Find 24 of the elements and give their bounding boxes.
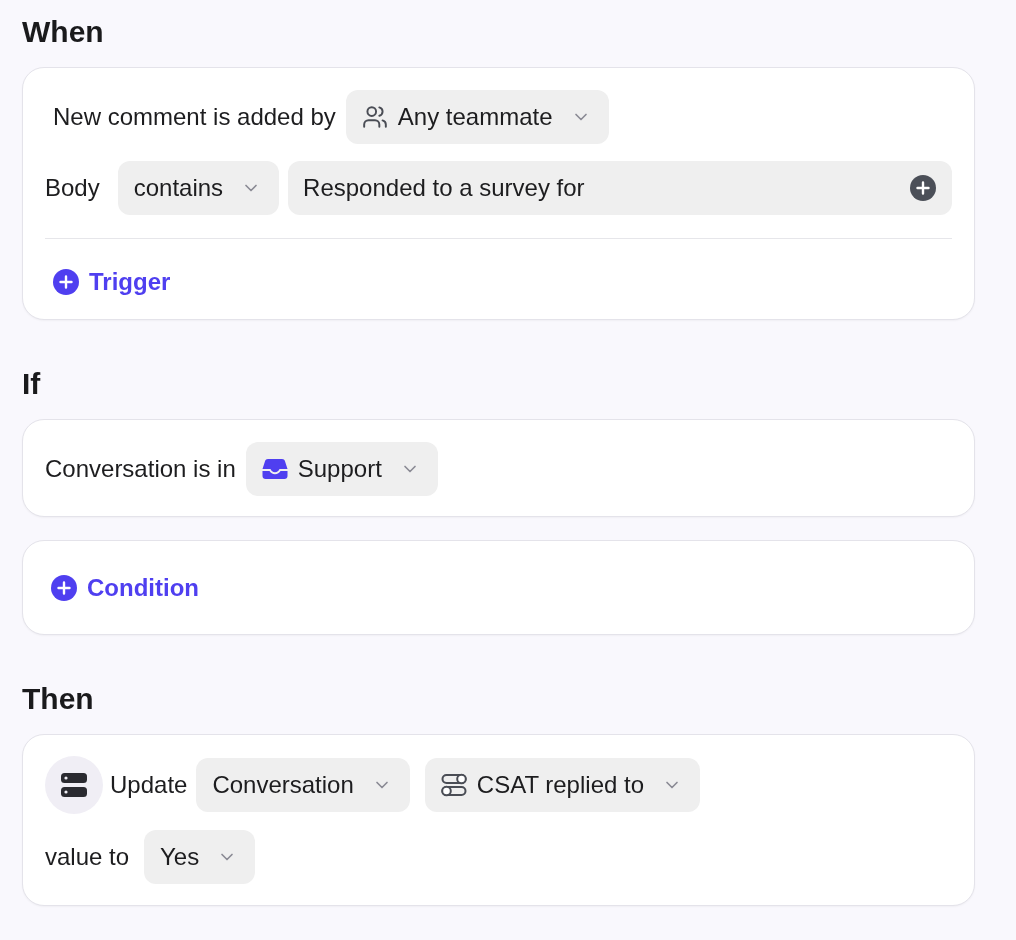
object-dropdown[interactable]: Conversation <box>196 758 410 812</box>
rule-label: Update <box>110 770 188 800</box>
body-text-field[interactable]: Responded to a survey for <box>288 161 952 215</box>
field-dropdown[interactable]: CSAT replied to <box>424 758 700 812</box>
rule-label: New comment is added by <box>53 102 336 132</box>
plus-circle-icon <box>910 175 936 201</box>
author-dropdown[interactable]: Any teammate <box>345 90 609 144</box>
toggles-icon <box>440 773 467 797</box>
stacked-bars-icon <box>45 756 103 814</box>
section-heading: When <box>22 14 104 50</box>
value-dropdown[interactable]: Yes <box>144 830 256 884</box>
plus-circle-icon <box>51 574 77 601</box>
inbox-dropdown[interactable]: Support <box>245 442 438 496</box>
rule-label: Body <box>45 173 100 203</box>
operator-dropdown[interactable]: contains <box>117 161 280 215</box>
add-trigger-button[interactable]: Trigger <box>53 264 171 300</box>
inbox-tray-icon <box>261 458 288 480</box>
rule-label: Conversation is in <box>45 454 236 484</box>
people-icon <box>361 104 388 130</box>
section-heading: Then <box>22 681 94 717</box>
add-condition-button[interactable]: Condition <box>51 569 199 606</box>
section-heading: If <box>22 366 41 402</box>
plus-circle-icon <box>53 269 79 295</box>
rule-label: value to <box>45 842 130 872</box>
